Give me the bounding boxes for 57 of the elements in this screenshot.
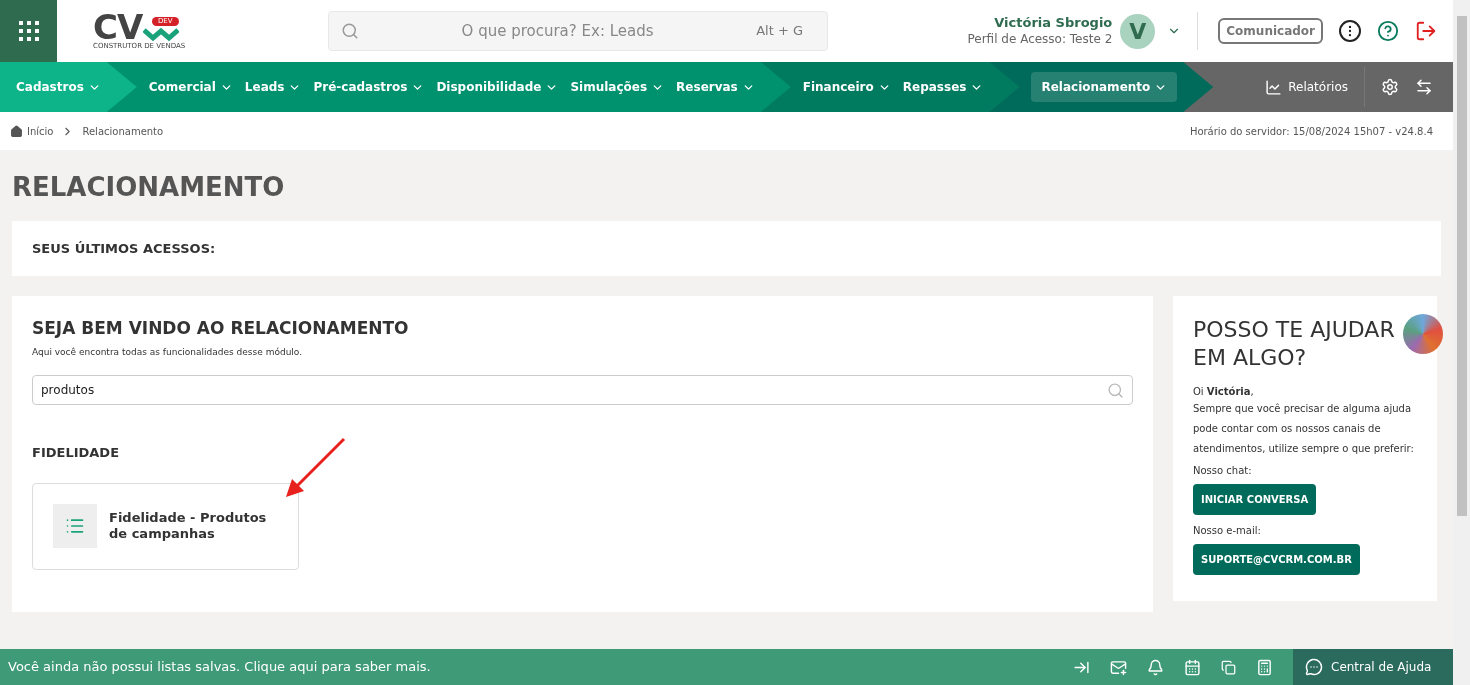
calendar-icon (1184, 658, 1201, 676)
feature-card[interactable]: Fidelidade - Produtos de campanhas (32, 482, 299, 570)
welcome-title: SEJA BEM VINDO AO RELACIONAMENTO (32, 317, 410, 340)
calculator-icon (1256, 658, 1273, 676)
support-email-button[interactable]: SUPORTE@CVCRM.COM.BR (1193, 544, 1360, 575)
nav-menu-item[interactable]: Pré-cadastros (313, 72, 425, 102)
mail-icon (1110, 658, 1127, 676)
chat-label: Nosso chat: (1193, 464, 1253, 478)
settings-icon[interactable] (1381, 78, 1399, 96)
reports-link[interactable]: Relatórios (1265, 78, 1348, 96)
chat-bubble-icon (1305, 658, 1323, 676)
shortcut-hint: Alt + G (756, 22, 803, 41)
breadcrumb-link[interactable]: Início (27, 123, 54, 139)
apps-grid-button[interactable] (0, 0, 57, 62)
user-avatar[interactable]: V (1120, 13, 1156, 49)
user-name: Victória Sbrogio (994, 15, 1113, 31)
start-chat-button[interactable]: INICIAR CONVERSA (1193, 484, 1317, 515)
email-label: Nosso e-mail: (1193, 524, 1262, 538)
server-time: Horário do servidor: 15/08/2024 15h07 - v24.8.4 (1189, 124, 1433, 139)
search-icon (341, 22, 359, 40)
user-profile: Perfil de Acesso: Teste 2 (967, 31, 1113, 47)
section-title: FIDELIDADE (32, 444, 121, 462)
help-text: Sempre que você precisar de alguma ajuda pode contar com os nossos canais de atendimentos, utilize sempre o que preferir: (1193, 402, 1415, 456)
logout-icon (1415, 20, 1437, 42)
nav-menu-item[interactable]: Comercial (148, 72, 233, 102)
nav-menu-item[interactable]: Leads (244, 72, 302, 102)
more-icon (1339, 20, 1361, 42)
nav-menu-item[interactable]: Simulações (570, 72, 665, 102)
home-icon (10, 124, 23, 138)
help-icon (1377, 20, 1399, 42)
help-greeting: Oi Victória, (1193, 385, 1255, 399)
recent-access-title: SEUS ÚLTIMOS ACESSOS: (32, 239, 216, 258)
scrollbar[interactable] (1453, 0, 1470, 685)
nav-menu-item[interactable]: Relacionamento (1031, 72, 1178, 102)
saved-lists-message[interactable]: Você ainda não possui listas salvas. Clique aqui para saber mais. (8, 657, 431, 677)
copy-icon (1221, 659, 1236, 675)
grid-icon (17, 20, 40, 42)
page-title: RELACIONAMENTO (12, 171, 286, 204)
bell-icon (1147, 658, 1164, 676)
nav-menu-item[interactable]: Disponibilidade (436, 72, 559, 102)
search-field[interactable]: O que procura? Ex: Leads Alt + G (328, 11, 828, 51)
welcome-subtitle: Aqui você encontra todas as funcionalidades desse módulo. (32, 345, 304, 359)
swap-icon[interactable] (1415, 78, 1433, 96)
list-icon (65, 516, 85, 536)
line-chart-icon (1265, 78, 1283, 96)
module-search-field[interactable]: produtos (32, 375, 1133, 405)
help-center-button[interactable]: Central de Ajuda (1293, 649, 1453, 685)
nav-menu-item[interactable]: Reservas (676, 72, 755, 102)
communicator-button[interactable]: Comunicador (1218, 18, 1323, 44)
nav-menu-item[interactable]: Financeiro (802, 72, 891, 102)
help-title: POSSO TE AJUDAR EM ALGO? (1193, 316, 1396, 372)
breadcrumb-current: Relacionamento (82, 124, 164, 139)
nav-menu-item[interactable]: Cadastros (16, 72, 101, 102)
search-placeholder: O que procura? Ex: Leads (460, 20, 655, 42)
search-icon (1107, 381, 1124, 399)
nav-menu-item[interactable]: Repasses (902, 72, 984, 102)
assistant-orb[interactable] (1403, 314, 1443, 354)
